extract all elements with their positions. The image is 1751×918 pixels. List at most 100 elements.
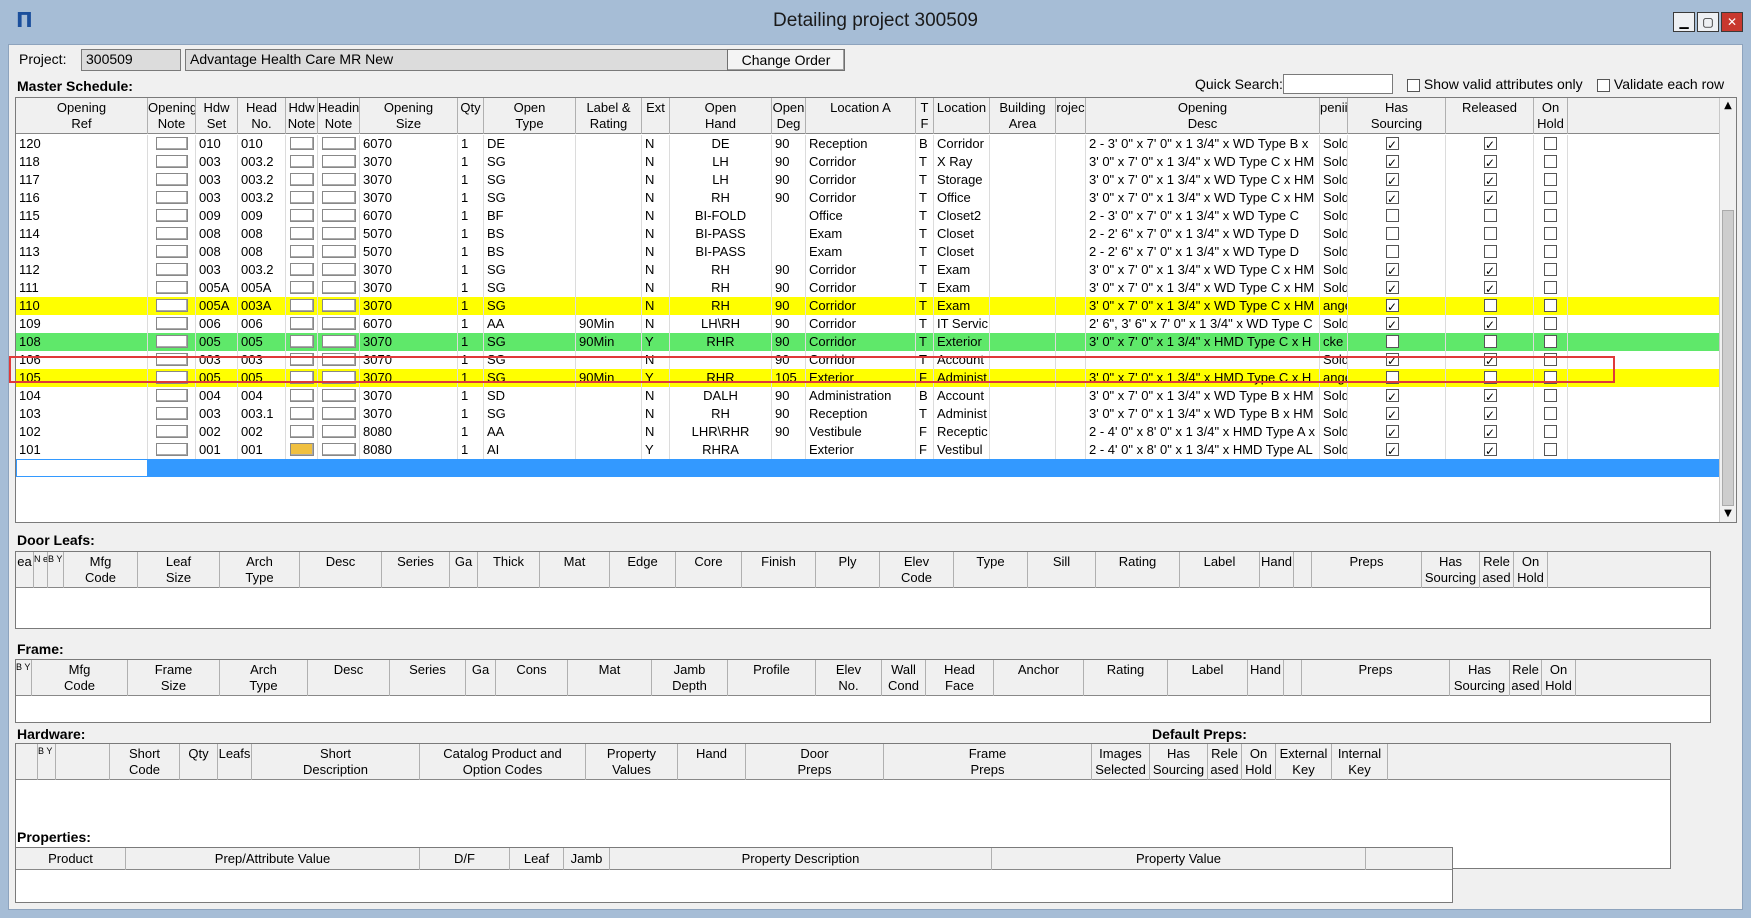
properties-header-4[interactable]: Jamb — [564, 848, 610, 870]
note-button[interactable] — [156, 227, 188, 240]
tf-cell[interactable]: T — [916, 333, 934, 351]
tf-cell[interactable]: B — [916, 387, 934, 405]
building-area-cell[interactable] — [990, 153, 1056, 171]
note-button[interactable] — [290, 407, 314, 420]
hardware-header-17[interactable]: Internal Key — [1332, 744, 1388, 780]
open-hand-cell[interactable]: RHR — [670, 333, 772, 351]
note-button[interactable] — [156, 353, 188, 366]
note-button[interactable] — [156, 137, 188, 150]
door_leafs-header-1[interactable]: N e t — [34, 552, 48, 588]
note-button[interactable] — [322, 371, 356, 384]
header-label-rating[interactable]: Label & Rating — [576, 98, 642, 134]
opening-desc-cell[interactable]: 3' 0" x 7' 0" x 1 3/4" x WD Type C x HM — [1086, 171, 1320, 189]
opening-size-cell[interactable]: 3070 — [360, 189, 458, 207]
door_leafs-header-20[interactable]: Hand — [1260, 552, 1294, 588]
opening-desc-cell[interactable]: 3' 0" x 7' 0" x 1 3/4" x WD Type C x HM — [1086, 297, 1320, 315]
location-a-cell[interactable]: Exam — [806, 243, 916, 261]
hdw-set-cell[interactable]: 005 — [196, 369, 238, 387]
openi-cell[interactable]: Sold — [1320, 207, 1348, 225]
frame-header-16[interactable]: Label — [1168, 660, 1248, 696]
door_leafs-header-12[interactable]: Core — [676, 552, 742, 588]
opening-size-cell[interactable]: 6070 — [360, 315, 458, 333]
label-rating-cell[interactable] — [576, 261, 642, 279]
location-cell[interactable]: Storage — [934, 171, 990, 189]
open-hand-cell[interactable]: RH — [670, 279, 772, 297]
building-area-cell[interactable] — [990, 333, 1056, 351]
opening-size-cell[interactable]: 5070 — [360, 225, 458, 243]
tf-cell[interactable]: B — [916, 135, 934, 153]
hardware-header-11[interactable]: Frame Preps — [884, 744, 1092, 780]
table-row[interactable]: 111 005A 005A 3070 1 SG N RH 90 Corridor T Exam 3' 0… — [16, 279, 1719, 297]
proj-cell[interactable] — [1056, 423, 1086, 441]
has-sourcing-checkbox[interactable] — [1386, 335, 1399, 348]
hardware-header-10[interactable]: Door Preps — [746, 744, 884, 780]
table-row[interactable]: 117 003 003.2 3070 1 SG N LH 90 Corridor T Storage 3… — [16, 171, 1719, 189]
hardware-header-6[interactable]: Short Description — [252, 744, 420, 780]
building-area-cell[interactable] — [990, 369, 1056, 387]
door_leafs-header-10[interactable]: Mat — [540, 552, 610, 588]
location-a-cell[interactable]: Reception — [806, 405, 916, 423]
note-button[interactable] — [322, 317, 356, 330]
open-type-cell[interactable]: SG — [484, 351, 576, 369]
open-deg-cell[interactable]: 90 — [772, 279, 806, 297]
label-rating-cell[interactable]: 90Min — [576, 369, 642, 387]
note-button[interactable] — [290, 353, 314, 366]
note-button[interactable] — [290, 281, 314, 294]
hdw-set-cell[interactable]: 009 — [196, 207, 238, 225]
table-row[interactable]: 115 009 009 6070 1 BF N BI-FOLD Office T Closet2 2 … — [16, 207, 1719, 225]
frame-header-8[interactable]: Mat — [568, 660, 652, 696]
frame-header-1[interactable]: Mfg Code — [32, 660, 128, 696]
opening-desc-cell[interactable]: 2 - 3' 0" x 7' 0" x 1 3/4" x WD Type B x — [1086, 135, 1320, 153]
on-hold-checkbox[interactable] — [1544, 227, 1557, 240]
proj-cell[interactable] — [1056, 153, 1086, 171]
opening-size-cell[interactable]: 3070 — [360, 387, 458, 405]
header-open-deg[interactable]: Open Deg — [772, 98, 806, 134]
openi-cell[interactable]: Sold — [1320, 405, 1348, 423]
ext-cell[interactable]: N — [642, 153, 670, 171]
opening-ref-cell[interactable]: 117 — [16, 171, 148, 189]
note-button[interactable] — [156, 281, 188, 294]
frame-header-15[interactable]: Rating — [1084, 660, 1168, 696]
ext-cell[interactable]: Y — [642, 369, 670, 387]
released-checkbox[interactable] — [1484, 335, 1497, 348]
note-button[interactable] — [156, 317, 188, 330]
new-row-input[interactable] — [17, 460, 147, 476]
openi-cell[interactable]: Sold — [1320, 387, 1348, 405]
opening-ref-cell[interactable]: 104 — [16, 387, 148, 405]
note-button[interactable] — [290, 245, 314, 258]
proj-cell[interactable] — [1056, 225, 1086, 243]
note-button[interactable] — [290, 227, 314, 240]
location-cell[interactable]: Closet2 — [934, 207, 990, 225]
note-button[interactable] — [322, 389, 356, 402]
building-area-cell[interactable] — [990, 243, 1056, 261]
open-type-cell[interactable]: AA — [484, 315, 576, 333]
note-button[interactable] — [156, 173, 188, 186]
open-deg-cell[interactable] — [772, 441, 806, 459]
released-checkbox[interactable] — [1484, 279, 1497, 297]
location-cell[interactable]: Office — [934, 189, 990, 207]
master-vertical-scrollbar[interactable]: ▲ ▼ — [1719, 98, 1736, 522]
building-area-cell[interactable] — [990, 441, 1056, 459]
opening-size-cell[interactable]: 3070 — [360, 369, 458, 387]
hdw-set-cell[interactable]: 005A — [196, 297, 238, 315]
door_leafs-header-18[interactable]: Rating — [1096, 552, 1180, 588]
note-button[interactable] — [290, 263, 314, 276]
proj-cell[interactable] — [1056, 135, 1086, 153]
released-checkbox[interactable] — [1484, 441, 1497, 459]
released-checkbox[interactable] — [1484, 227, 1497, 240]
opening-size-cell[interactable]: 3070 — [360, 405, 458, 423]
hardware-header-5[interactable]: Leafs — [218, 744, 252, 780]
has-sourcing-checkbox[interactable] — [1386, 387, 1399, 405]
opening-ref-cell[interactable]: 112 — [16, 261, 148, 279]
head-no-cell[interactable]: 004 — [238, 387, 286, 405]
label-rating-cell[interactable] — [576, 405, 642, 423]
proj-cell[interactable] — [1056, 207, 1086, 225]
proj-cell[interactable] — [1056, 261, 1086, 279]
note-button[interactable] — [322, 155, 356, 168]
open-deg-cell[interactable]: 90 — [772, 333, 806, 351]
properties-header-1[interactable]: Prep/Attribute Value — [126, 848, 420, 870]
opening-size-cell[interactable]: 8080 — [360, 423, 458, 441]
ext-cell[interactable]: N — [642, 243, 670, 261]
building-area-cell[interactable] — [990, 387, 1056, 405]
opening-desc-cell[interactable]: 3' 0" x 7' 0" x 1 3/4" x HMD Type C x H — [1086, 369, 1320, 387]
